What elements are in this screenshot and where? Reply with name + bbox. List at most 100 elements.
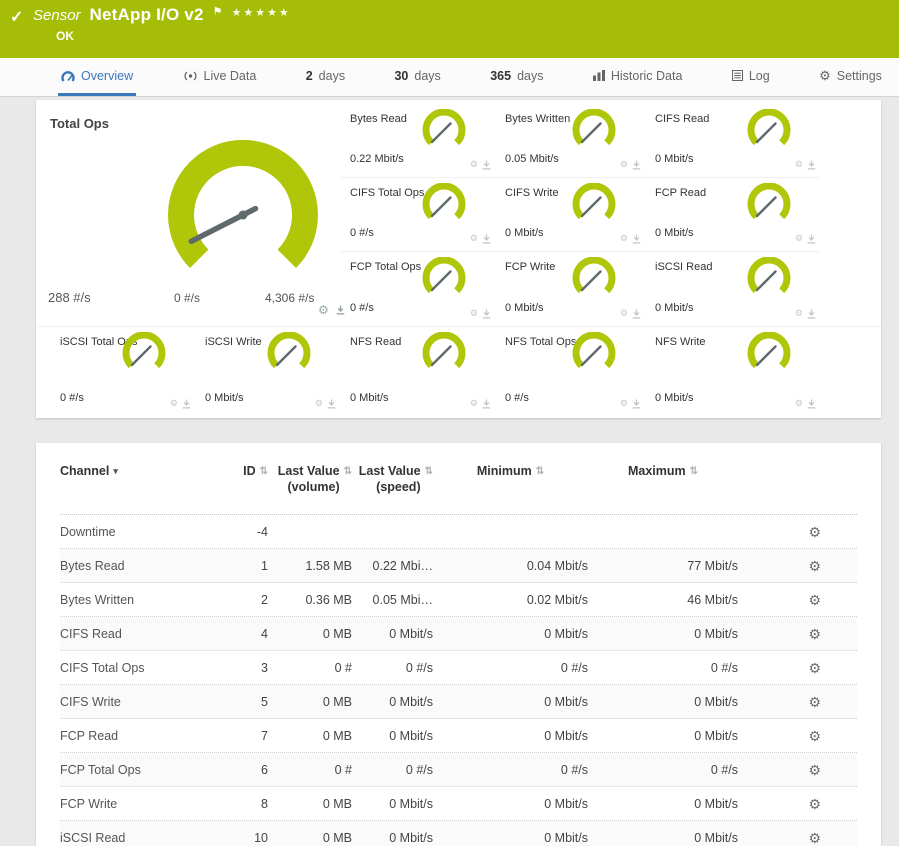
column-header-label: Last Value (volume): [270, 463, 340, 514]
gauge-settings-icon[interactable]: ⚙: [620, 233, 628, 244]
gauge-settings-icon[interactable]: ⚙: [470, 398, 478, 409]
channel-settings-icon[interactable]: ⚙: [808, 763, 821, 777]
channel-settings-icon[interactable]: ⚙: [808, 661, 821, 675]
gauge-settings-icon[interactable]: ⚙: [170, 398, 178, 409]
cell-vol: 0 #: [268, 661, 352, 675]
gauge-download-icon[interactable]: [482, 234, 491, 244]
tab-settings[interactable]: ⚙Settings: [816, 58, 885, 96]
gauge-settings-icon[interactable]: ⚙: [470, 233, 478, 244]
column-header-max[interactable]: Maximum⇅: [588, 463, 738, 514]
small-gauge-grid: Bytes Read0.22 Mbit/s⚙Bytes Written0.05 …: [340, 104, 820, 326]
cell-id: 3: [200, 661, 268, 675]
settings-icon: ⚙: [819, 69, 831, 82]
tab-live-data[interactable]: Live Data: [180, 58, 260, 96]
table-row-cifs-total-ops[interactable]: CIFS Total Ops30 #0 #/s0 #/s0 #/s⚙: [60, 651, 857, 685]
gauge-download-icon[interactable]: [482, 309, 491, 319]
tab-30-days[interactable]: 30days: [391, 58, 443, 96]
gauge-settings-icon[interactable]: ⚙: [318, 303, 329, 317]
gauge-fcp-write: FCP Write0 Mbit/s⚙: [495, 252, 645, 326]
gauge-nfs-total-ops: NFS Total Ops0 #/s⚙: [495, 327, 645, 416]
tab-365-days[interactable]: 365days: [487, 58, 546, 96]
gauge-download-icon[interactable]: [632, 399, 641, 409]
gauge-download-icon[interactable]: [807, 309, 816, 319]
cell-id: -4: [200, 525, 268, 539]
gauge-download-icon[interactable]: [632, 309, 641, 319]
gauge-nfs-read: NFS Read0 Mbit/s⚙: [340, 327, 495, 416]
channel-settings-icon[interactable]: ⚙: [808, 593, 821, 607]
table-row-downtime[interactable]: Downtime-4⚙: [60, 515, 857, 549]
gauge-settings-icon[interactable]: ⚙: [795, 159, 803, 170]
tab-historic-data[interactable]: Historic Data: [590, 58, 686, 96]
cell-id: 10: [200, 831, 268, 845]
gauge-settings-icon[interactable]: ⚙: [620, 398, 628, 409]
gauge-settings-icon[interactable]: ⚙: [795, 308, 803, 319]
table-row-bytes-written[interactable]: Bytes Written20.36 MB0.05 Mbi…0.02 Mbit/…: [60, 583, 857, 617]
channel-settings-icon[interactable]: ⚙: [808, 627, 821, 641]
gauge-value: 0 #/s: [505, 392, 529, 404]
gauge-bytes-written: Bytes Written0.05 Mbit/s⚙: [495, 104, 645, 178]
cell-vol: 0 #: [268, 763, 352, 777]
gauge-settings-icon[interactable]: ⚙: [315, 398, 323, 409]
channel-settings-icon[interactable]: ⚙: [808, 559, 821, 573]
priority-flag-icon[interactable]: ⚑: [213, 5, 223, 18]
cell-speed: 0.22 Mbi…: [352, 559, 433, 573]
table-row-bytes-read[interactable]: Bytes Read11.58 MB0.22 Mbi…0.04 Mbit/s77…: [60, 549, 857, 583]
gauge-settings-icon[interactable]: ⚙: [470, 159, 478, 170]
gauge-download-icon[interactable]: [807, 234, 816, 244]
gauge-settings-icon[interactable]: ⚙: [620, 308, 628, 319]
column-header-actions: [738, 463, 857, 514]
gauge-settings-icon[interactable]: ⚙: [795, 233, 803, 244]
gauge-download-icon[interactable]: [632, 160, 641, 170]
tab-log[interactable]: Log: [729, 58, 773, 96]
gauge-dial-icon: [419, 183, 469, 227]
tab-label: Historic Data: [611, 69, 683, 83]
column-header-id[interactable]: ID⇅: [200, 463, 268, 514]
channel-settings-icon[interactable]: ⚙: [808, 831, 821, 845]
gauge-settings-icon[interactable]: ⚙: [795, 398, 803, 409]
table-row-fcp-write[interactable]: FCP Write80 MB0 Mbit/s0 Mbit/s0 Mbit/s⚙: [60, 787, 857, 821]
gauge-download-icon[interactable]: [632, 234, 641, 244]
gauge-settings-icon[interactable]: ⚙: [620, 159, 628, 170]
column-header-min[interactable]: Minimum⇅: [433, 463, 588, 514]
table-row-fcp-read[interactable]: FCP Read70 MB0 Mbit/s0 Mbit/s0 Mbit/s⚙: [60, 719, 857, 753]
table-row-cifs-read[interactable]: CIFS Read40 MB0 Mbit/s0 Mbit/s0 Mbit/s⚙: [60, 617, 857, 651]
column-header-speed[interactable]: Last Value (speed)⇅: [352, 463, 433, 514]
column-header-vol[interactable]: Last Value (volume)⇅: [268, 463, 352, 514]
cell-min: 0 #/s: [433, 763, 588, 777]
channel-settings-icon[interactable]: ⚙: [808, 797, 821, 811]
bottom-gauge-row: iSCSI Total Ops0 #/s⚙iSCSI Write0 Mbit/s…: [36, 326, 881, 416]
gauge-download-icon[interactable]: [482, 160, 491, 170]
cell-vol: 0 MB: [268, 797, 352, 811]
gauge-download-icon[interactable]: [807, 160, 816, 170]
table-row-iscsi-read[interactable]: iSCSI Read100 MB0 Mbit/s0 Mbit/s0 Mbit/s…: [60, 821, 857, 846]
gauge-download-icon[interactable]: [327, 399, 336, 409]
priority-stars[interactable]: ★★★★★: [231, 6, 290, 19]
gauge-download-icon[interactable]: [482, 399, 491, 409]
gauge-toolbar: ⚙: [620, 308, 641, 319]
gauge-value: 0 Mbit/s: [505, 302, 544, 314]
table-row-fcp-total-ops[interactable]: FCP Total Ops60 #0 #/s0 #/s0 #/s⚙: [60, 753, 857, 787]
channel-settings-icon[interactable]: ⚙: [808, 695, 821, 709]
cell-channel: FCP Total Ops: [60, 763, 200, 777]
tab-2-days[interactable]: 2days: [303, 58, 348, 96]
cell-min: 0.04 Mbit/s: [433, 559, 588, 573]
channel-settings-icon[interactable]: ⚙: [808, 525, 821, 539]
gauge-label: CIFS Read: [655, 113, 820, 125]
gauge-download-icon[interactable]: [807, 399, 816, 409]
gauge-dial-icon: [119, 332, 169, 376]
channels-table-header: Channel▾ID⇅Last Value (volume)⇅Last Valu…: [60, 457, 857, 515]
cell-channel: CIFS Total Ops: [60, 661, 200, 675]
cell-speed: 0 Mbit/s: [352, 831, 433, 845]
main-gauge-min-label: 0 #/s: [152, 291, 200, 305]
table-row-cifs-write[interactable]: CIFS Write50 MB0 Mbit/s0 Mbit/s0 Mbit/s⚙: [60, 685, 857, 719]
tab-overview[interactable]: Overview: [58, 58, 136, 96]
gauge-toolbar: ⚙: [795, 398, 816, 409]
sensor-title-line: Sensor NetApp I/O v2 ⚑ ★★★★★: [33, 5, 291, 25]
gauge-fcp-read: FCP Read0 Mbit/s⚙: [645, 178, 820, 252]
gauge-settings-icon[interactable]: ⚙: [470, 308, 478, 319]
gauge-toolbar: ⚙: [620, 233, 641, 244]
gauge-download-icon[interactable]: [182, 399, 191, 409]
column-header-channel[interactable]: Channel▾: [60, 463, 200, 514]
sort-icon: ⇅: [260, 465, 268, 514]
channel-settings-icon[interactable]: ⚙: [808, 729, 821, 743]
